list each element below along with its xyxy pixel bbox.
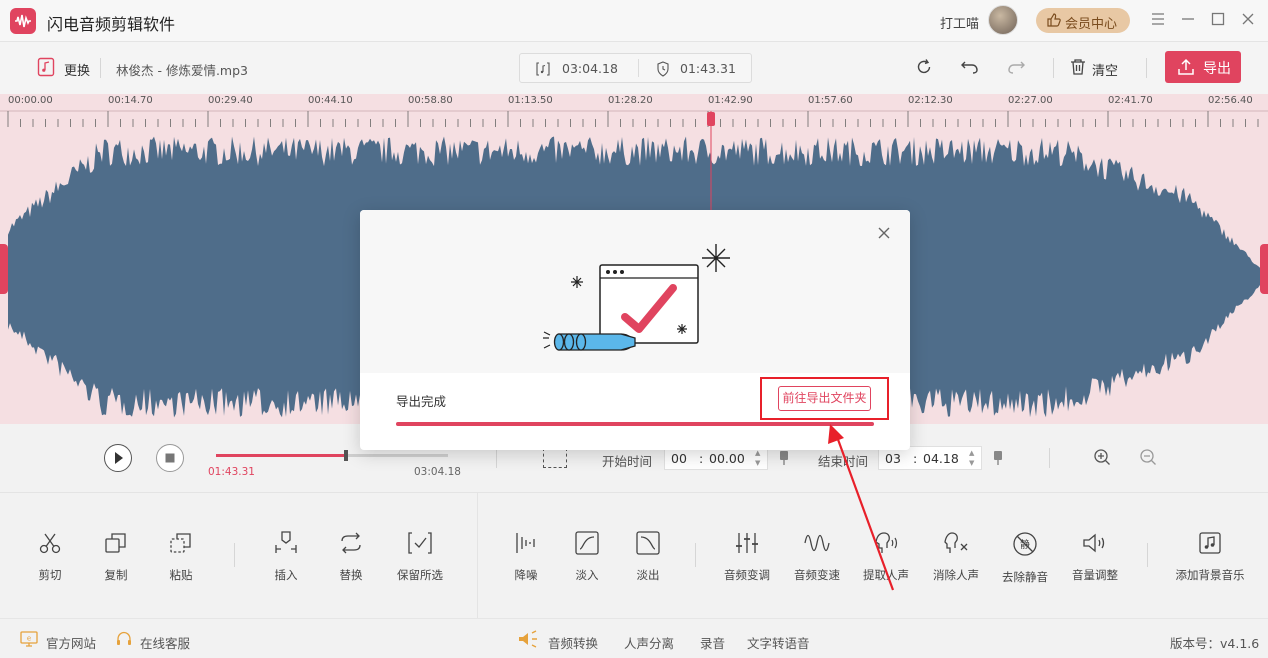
- export-complete-dialog: 导出完成 前往导出文件夹: [360, 210, 910, 450]
- close-icon[interactable]: [876, 225, 892, 241]
- export-progress: [396, 422, 874, 426]
- export-progress-fill: [396, 422, 874, 426]
- export-success-illustration: [543, 244, 730, 351]
- annotation-highlight-box: [760, 377, 889, 420]
- export-complete-label: 导出完成: [396, 394, 447, 409]
